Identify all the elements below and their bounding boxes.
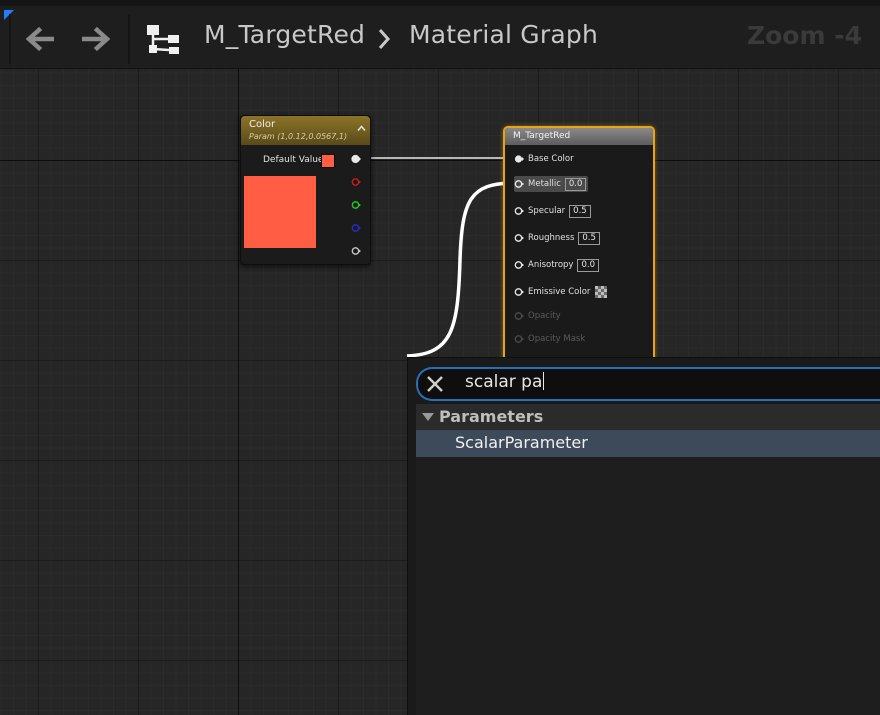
input-label: Emissive Color	[528, 287, 591, 297]
text-caret	[543, 372, 545, 390]
output-pin-b[interactable]	[351, 223, 361, 233]
input-pin-icon[interactable]	[514, 287, 524, 297]
menu-empty-area	[416, 457, 880, 715]
emissive-color-swatch[interactable]	[595, 286, 608, 298]
specular-value-field[interactable]: 0.5	[569, 204, 591, 218]
input-metallic[interactable]: Metallic 0.0	[514, 176, 589, 192]
input-label: Metallic	[528, 179, 561, 189]
arrow-right-icon	[82, 26, 111, 52]
roughness-value-field[interactable]: 0.5	[578, 231, 600, 245]
input-base-color[interactable]: Base Color	[514, 151, 574, 167]
default-value-label: Default Value	[263, 155, 324, 165]
menu-item-label: ScalarParameter	[455, 433, 588, 452]
node-header[interactable]: Color Param (1,0.12,0.0567,1)	[241, 116, 370, 145]
input-pin-icon[interactable]	[514, 260, 524, 270]
arrow-left-icon	[25, 26, 54, 52]
material-graph-icon	[145, 22, 181, 56]
input-specular[interactable]: Specular 0.5	[514, 203, 591, 219]
output-pin-r[interactable]	[351, 177, 361, 187]
metallic-value-field[interactable]: 0.0	[564, 177, 587, 191]
expand-triangle-icon[interactable]	[422, 413, 434, 421]
input-pin-disabled-icon	[514, 312, 524, 320]
output-pin-a[interactable]	[351, 246, 361, 256]
output-pin-g[interactable]	[351, 200, 361, 210]
input-pin-filled-icon[interactable]	[514, 154, 524, 164]
input-label: Base Color	[528, 154, 574, 164]
input-pin-disabled-icon	[514, 335, 524, 343]
output-pin-rgb[interactable]	[351, 154, 361, 164]
input-roughness[interactable]: Roughness 0.5	[514, 230, 600, 246]
node-header[interactable]: M_TargetRed	[505, 128, 653, 145]
input-label: Specular	[528, 206, 566, 216]
graph-origin-axis-vertical	[238, 68, 239, 715]
input-opacity-mask: Opacity Mask	[514, 331, 585, 347]
breadcrumb-asset[interactable]: M_TargetRed	[204, 20, 365, 49]
action-menu: scalar pa Parameters ScalarParameter	[407, 357, 880, 715]
node-subtitle: Param (1,0.12,0.0567,1)	[249, 132, 348, 141]
toolbar-separator	[9, 14, 11, 64]
chevron-right-icon	[378, 29, 391, 49]
input-label: Roughness	[528, 233, 575, 243]
category-label: Parameters	[439, 407, 544, 426]
graph-toolbar: M_TargetRed Material Graph Zoom -4	[0, 0, 880, 69]
input-pin-icon[interactable]	[514, 233, 524, 243]
anisotropy-value-field[interactable]: 0.0	[577, 258, 599, 272]
chevron-up-icon[interactable]	[357, 124, 366, 133]
input-label: Anisotropy	[528, 260, 574, 270]
zoom-indicator: Zoom -4	[746, 21, 862, 50]
toolbar-separator	[128, 14, 130, 64]
input-pin-icon[interactable]	[514, 206, 524, 216]
input-opacity: Opacity	[514, 308, 561, 324]
category-parameters[interactable]: Parameters	[416, 404, 880, 430]
node-title: Color	[249, 119, 276, 130]
search-query[interactable]: scalar pa	[465, 372, 545, 392]
search-text: scalar pa	[465, 372, 543, 392]
input-pin-icon[interactable]	[514, 179, 524, 189]
back-button[interactable]	[22, 22, 56, 56]
input-label: Opacity	[528, 311, 561, 321]
toolbar-top-strip	[0, 0, 880, 6]
breadcrumb-graph[interactable]: Material Graph	[409, 20, 598, 49]
menu-item-scalar-parameter[interactable]: ScalarParameter	[416, 430, 880, 457]
color-preview	[244, 176, 316, 248]
forward-button[interactable]	[80, 22, 114, 56]
color-parameter-node[interactable]: Color Param (1,0.12,0.0567,1) Default Va…	[240, 115, 371, 265]
search-input[interactable]: scalar pa	[416, 367, 880, 401]
node-title: M_TargetRed	[513, 131, 571, 141]
close-icon[interactable]	[425, 374, 445, 394]
input-emissive-color[interactable]: Emissive Color	[514, 284, 608, 300]
input-anisotropy[interactable]: Anisotropy 0.0	[514, 257, 599, 273]
material-result-node[interactable]: M_TargetRed Base Color Metallic 0.0 Spec…	[503, 126, 655, 390]
input-label: Opacity Mask	[528, 334, 586, 344]
graph-origin-axis-horizontal	[0, 160, 880, 161]
default-value-swatch[interactable]	[321, 154, 335, 168]
